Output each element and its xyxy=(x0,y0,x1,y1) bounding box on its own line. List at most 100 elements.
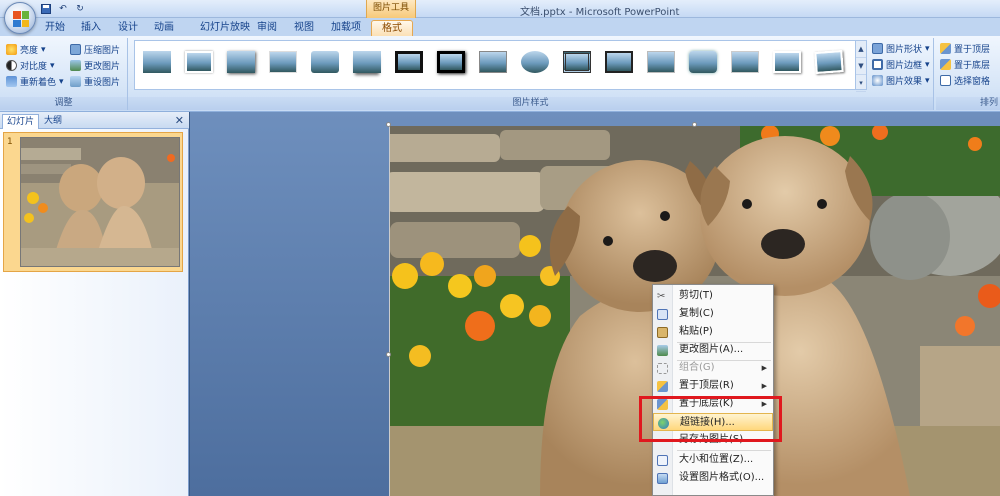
menu-item-bring-to-front[interactable]: 置于顶层(R) ▶ xyxy=(653,377,773,395)
picture-style-thumb[interactable] xyxy=(521,51,549,73)
bring-front-icon xyxy=(657,381,668,392)
picture-style-thumb[interactable] xyxy=(479,51,507,73)
picture-styles-gallery[interactable] xyxy=(134,40,860,90)
reset-picture-button[interactable]: 重设图片 xyxy=(70,74,120,89)
picture-style-thumb[interactable] xyxy=(563,51,591,73)
picture-style-thumb[interactable] xyxy=(185,51,213,73)
tab-animations[interactable]: 动画 xyxy=(149,20,179,36)
ribbon: 亮度 ▾ 对比度 ▾ 重新着色 ▾ 压缩图片 更改图片 重设图片 调整 图片样式… xyxy=(0,36,1000,112)
submenu-arrow-icon: ▶ xyxy=(761,382,767,390)
menu-item-paste[interactable]: 粘贴(P) xyxy=(653,323,773,341)
picture-tools-context-label: 图片工具 xyxy=(366,0,416,18)
menu-item-group: 组合(G) ▶ xyxy=(653,359,773,377)
arrange-group: 置于顶层 置于底层 选择窗格 排列 xyxy=(936,38,1000,110)
picture-style-thumb[interactable] xyxy=(269,51,297,73)
bring-front-icon xyxy=(940,43,951,54)
send-to-back-button[interactable]: 置于底层 xyxy=(940,57,990,72)
compress-pictures-button[interactable]: 压缩图片 xyxy=(70,42,120,57)
brightness-button[interactable]: 亮度 ▾ xyxy=(6,42,46,57)
picture-style-thumb[interactable] xyxy=(689,51,717,73)
tab-design[interactable]: 设计 xyxy=(113,20,143,36)
picture-effects-button[interactable]: 图片效果 ▾ xyxy=(872,73,930,88)
powerpoint-window: ↶ ↻ 图片工具 文档.pptx - Microsoft PowerPoint … xyxy=(0,0,1000,496)
picture-style-thumb[interactable] xyxy=(647,51,675,73)
pane-tabs: 幻灯片 大纲 ✕ xyxy=(0,112,189,129)
recolor-button[interactable]: 重新着色 ▾ xyxy=(6,74,64,89)
tab-insert[interactable]: 插入 xyxy=(76,20,106,36)
brightness-icon xyxy=(6,44,17,55)
submenu-arrow-icon: ▶ xyxy=(761,364,767,372)
window-title: 文档.pptx - Microsoft PowerPoint xyxy=(520,7,680,18)
paste-icon xyxy=(657,327,668,338)
compress-icon xyxy=(70,44,81,55)
picture-style-thumb[interactable] xyxy=(143,51,171,73)
selection-handle[interactable] xyxy=(386,122,391,127)
picture-style-thumb[interactable] xyxy=(311,51,339,73)
adjust-group: 亮度 ▾ 对比度 ▾ 重新着色 ▾ 压缩图片 更改图片 重设图片 调整 xyxy=(0,38,128,110)
context-menu: ✂ 剪切(T) 复制(C) 粘贴(P) 更改图片(A)... 组合(G) ▶ 置… xyxy=(652,284,774,496)
picture-style-thumb[interactable] xyxy=(353,51,381,73)
tab-add-ins[interactable]: 加载项 xyxy=(326,20,366,36)
tab-view[interactable]: 视图 xyxy=(289,20,319,36)
selection-handle[interactable] xyxy=(386,352,391,357)
contrast-button[interactable]: 对比度 ▾ xyxy=(6,58,55,73)
styles-gallery-scroll[interactable]: ▲ ▼ ▾ xyxy=(855,40,867,92)
slides-pane: 幻灯片 大纲 ✕ 1 xyxy=(0,112,189,496)
quick-access-toolbar: ↶ ↻ xyxy=(40,3,86,15)
slide-thumbnail-image xyxy=(20,137,180,267)
picture-shape-icon xyxy=(872,43,883,54)
format-picture-icon xyxy=(657,473,668,484)
change-picture-icon xyxy=(70,60,81,71)
tab-outline[interactable]: 大纲 xyxy=(40,114,66,129)
scroll-down-icon[interactable]: ▼ xyxy=(856,58,866,75)
title-bar: ↶ ↻ 图片工具 文档.pptx - Microsoft PowerPoint xyxy=(0,0,1000,18)
recolor-icon xyxy=(6,76,17,87)
menu-item-change-picture[interactable]: 更改图片(A)... xyxy=(653,341,773,359)
highlight-annotation-box xyxy=(639,396,782,442)
copy-icon xyxy=(657,309,668,320)
picture-style-thumb[interactable] xyxy=(227,51,255,73)
redo-icon[interactable]: ↻ xyxy=(74,3,86,15)
picture-style-thumb[interactable] xyxy=(773,51,801,73)
menu-item-cut[interactable]: ✂ 剪切(T) xyxy=(653,287,773,305)
change-picture-icon xyxy=(657,345,668,356)
office-logo-icon xyxy=(13,11,29,27)
menu-item-size-and-position[interactable]: 大小和位置(Z)... xyxy=(653,451,773,469)
cut-icon: ✂ xyxy=(657,291,666,302)
selection-handle[interactable] xyxy=(692,122,697,127)
picture-style-thumb[interactable] xyxy=(437,51,465,73)
picture-style-thumb[interactable] xyxy=(814,50,844,74)
slide-thumbnail[interactable]: 1 xyxy=(3,132,183,272)
picture-style-thumb[interactable] xyxy=(605,51,633,73)
selection-pane-icon xyxy=(940,75,951,86)
bring-to-front-button[interactable]: 置于顶层 xyxy=(940,41,990,56)
picture-styles-group-label: 图片样式 xyxy=(128,97,933,110)
size-position-icon xyxy=(657,455,668,466)
gallery-more-icon[interactable]: ▾ xyxy=(856,75,866,92)
group-icon xyxy=(657,363,668,374)
reset-picture-icon xyxy=(70,76,81,87)
menu-item-format-picture[interactable]: 设置图片格式(O)... xyxy=(653,469,773,487)
picture-style-thumb[interactable] xyxy=(395,51,423,73)
tab-review[interactable]: 审阅 xyxy=(252,20,282,36)
tab-slides[interactable]: 幻灯片 xyxy=(2,114,40,129)
contrast-icon xyxy=(6,60,17,71)
save-icon[interactable] xyxy=(40,3,52,15)
picture-effects-icon xyxy=(872,75,883,86)
tab-home[interactable]: 开始 xyxy=(40,20,70,36)
picture-shape-button[interactable]: 图片形状 ▾ xyxy=(872,41,930,56)
change-picture-button[interactable]: 更改图片 xyxy=(70,58,120,73)
selection-pane-button[interactable]: 选择窗格 xyxy=(940,73,990,88)
close-icon[interactable]: ✕ xyxy=(175,114,184,127)
tab-format[interactable]: 格式 xyxy=(371,20,413,36)
menu-item-copy[interactable]: 复制(C) xyxy=(653,305,773,323)
arrange-group-label: 排列 xyxy=(936,97,1000,110)
picture-border-icon xyxy=(872,59,883,70)
office-button[interactable] xyxy=(4,2,36,34)
picture-border-button[interactable]: 图片边框 ▾ xyxy=(872,57,930,72)
slide-number: 1 xyxy=(7,137,13,147)
scroll-up-icon[interactable]: ▲ xyxy=(856,41,866,58)
ribbon-tabs: 开始 插入 设计 动画 幻灯片放映 审阅 视图 加载项 格式 xyxy=(0,18,1000,36)
picture-style-thumb[interactable] xyxy=(731,51,759,73)
undo-icon[interactable]: ↶ xyxy=(57,3,69,15)
